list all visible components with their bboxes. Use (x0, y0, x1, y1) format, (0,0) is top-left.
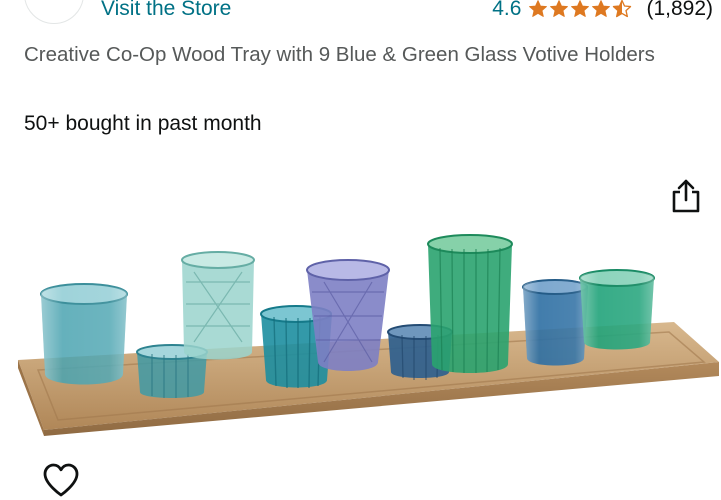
star-half-icon (613, 0, 632, 18)
star-full-icon (571, 0, 590, 17)
bought-in-past-month: 50+ bought in past month (24, 112, 262, 135)
votive-teal-tumbler (40, 283, 128, 385)
store-row: Visit the Store 4.6 (1,892) (0, 0, 721, 26)
star-full-icon (550, 0, 569, 17)
product-title: Creative Co-Op Wood Tray with 9 Blue & G… (24, 43, 655, 66)
rating-summary[interactable]: 4.6 (1,892) (492, 0, 713, 21)
votive-light-mint-jar (181, 251, 255, 360)
votive-emerald-tumbler (579, 269, 655, 350)
votive-lavender-diamond (306, 259, 390, 371)
star-full-icon (529, 0, 548, 17)
product-image[interactable] (14, 232, 721, 440)
votive-blue-tumbler (522, 279, 588, 366)
rating-value: 4.6 (492, 0, 522, 20)
visit-store-link[interactable]: Visit the Store (101, 0, 231, 21)
store-logo[interactable] (24, 0, 84, 24)
rating-count: (1,892) (646, 0, 713, 20)
star-rating (528, 0, 632, 19)
star-full-icon (592, 0, 611, 17)
votive-green-tall (427, 234, 513, 373)
share-icon[interactable] (670, 178, 702, 214)
heart-outline-icon[interactable] (42, 462, 80, 498)
